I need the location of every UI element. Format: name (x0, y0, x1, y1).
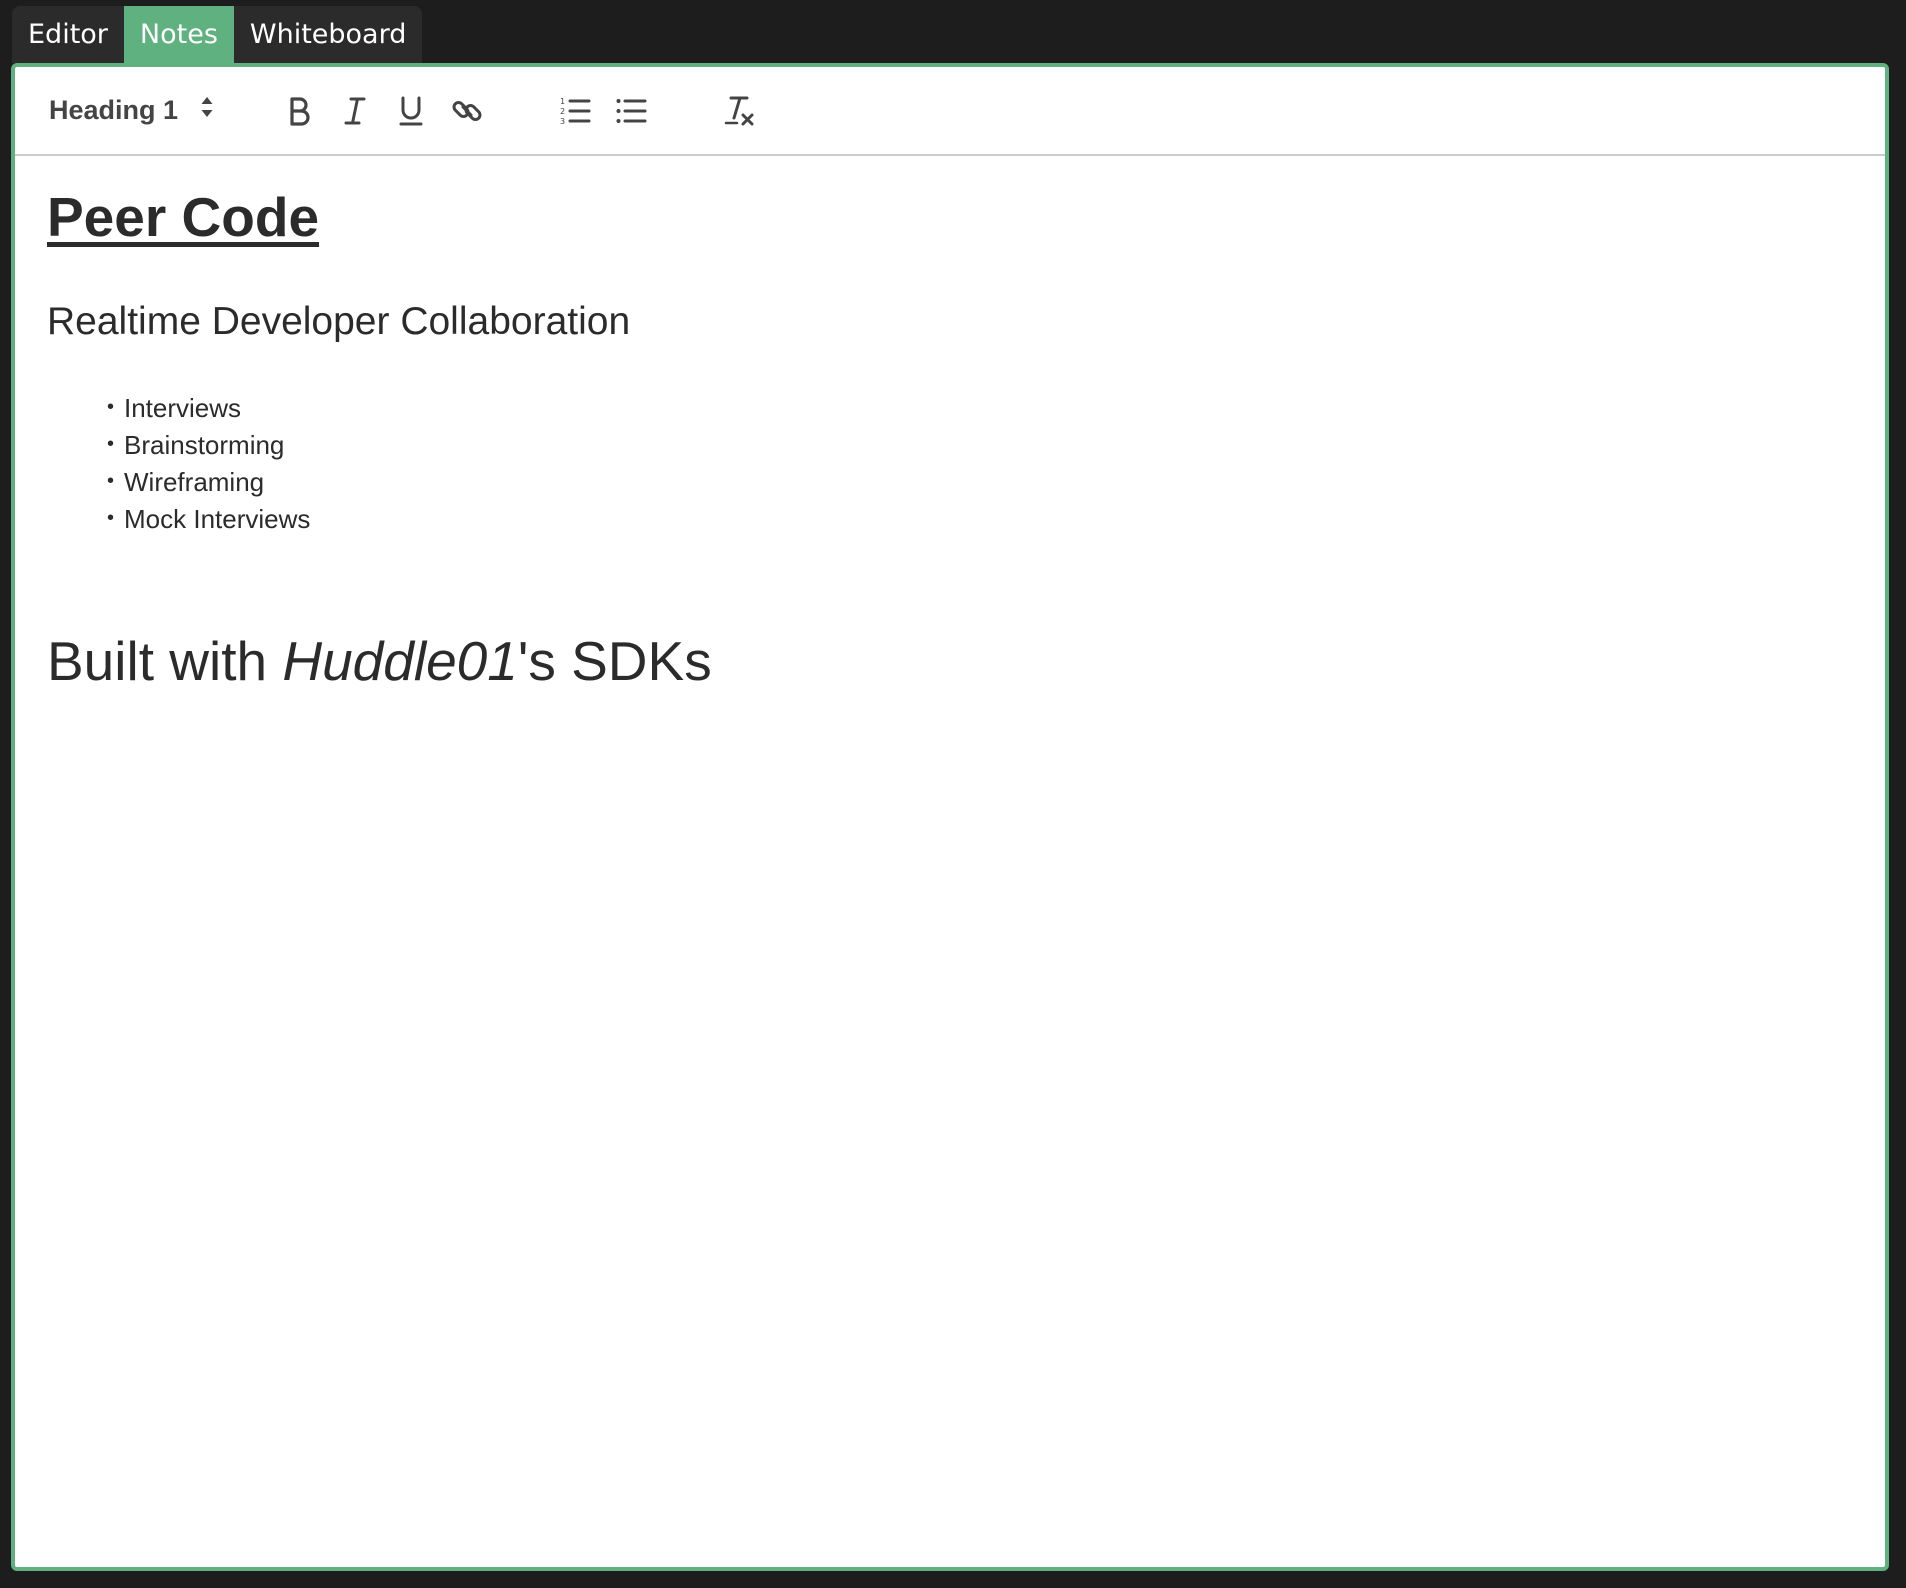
link-button[interactable] (439, 83, 495, 139)
list-item: Brainstorming (107, 426, 1853, 464)
document-content[interactable]: Peer Code Realtime Developer Collaborati… (15, 156, 1885, 724)
tab-editor[interactable]: Editor (12, 6, 124, 63)
list-item: Interviews (107, 389, 1853, 427)
list-item: Mock Interviews (107, 500, 1853, 538)
notes-editor: Heading 1 1 2 3 Peer Code Realtime Devel… (11, 63, 1889, 1571)
list-group: 1 2 3 (547, 83, 659, 139)
document-subtitle: Realtime Developer Collaboration (47, 300, 631, 344)
feature-list: Interviews Brainstorming Wireframing Moc… (47, 389, 1853, 538)
built-with-heading: Built with Huddle01's SDKs (47, 628, 1853, 694)
clean-group (711, 83, 767, 139)
heading-select[interactable]: Heading 1 (49, 95, 219, 126)
list-item: Wireframing (107, 463, 1853, 501)
svg-text:2: 2 (560, 107, 565, 116)
bullet-list-button[interactable] (603, 83, 659, 139)
ordered-list-icon: 1 2 3 (559, 96, 591, 126)
huddle01-emphasis: Huddle01 (282, 630, 518, 693)
svg-text:3: 3 (560, 117, 565, 126)
bold-button[interactable] (271, 83, 327, 139)
italic-icon (342, 96, 368, 126)
tab-whiteboard[interactable]: Whiteboard (234, 6, 422, 63)
link-icon (451, 95, 483, 127)
underline-button[interactable] (383, 83, 439, 139)
clear-format-button[interactable] (711, 83, 767, 139)
svg-text:1: 1 (560, 97, 565, 106)
underline-icon (398, 95, 424, 127)
document-title: Peer Code (47, 186, 320, 248)
built-with-prefix: Built with (47, 630, 283, 693)
bold-icon (286, 96, 312, 126)
formatting-toolbar: Heading 1 1 2 3 (15, 67, 1885, 156)
heading-select-value: Heading 1 (49, 95, 179, 125)
tab-bar: Editor Notes Whiteboard (12, 6, 423, 63)
tab-notes[interactable]: Notes (123, 6, 234, 63)
built-with-suffix: 's SDKs (517, 630, 712, 693)
up-down-arrows-icon (200, 95, 214, 126)
clear-format-icon (723, 95, 755, 127)
text-format-group (271, 83, 495, 139)
italic-button[interactable] (327, 83, 383, 139)
ordered-list-button[interactable]: 1 2 3 (547, 83, 603, 139)
bullet-list-icon (615, 96, 647, 126)
